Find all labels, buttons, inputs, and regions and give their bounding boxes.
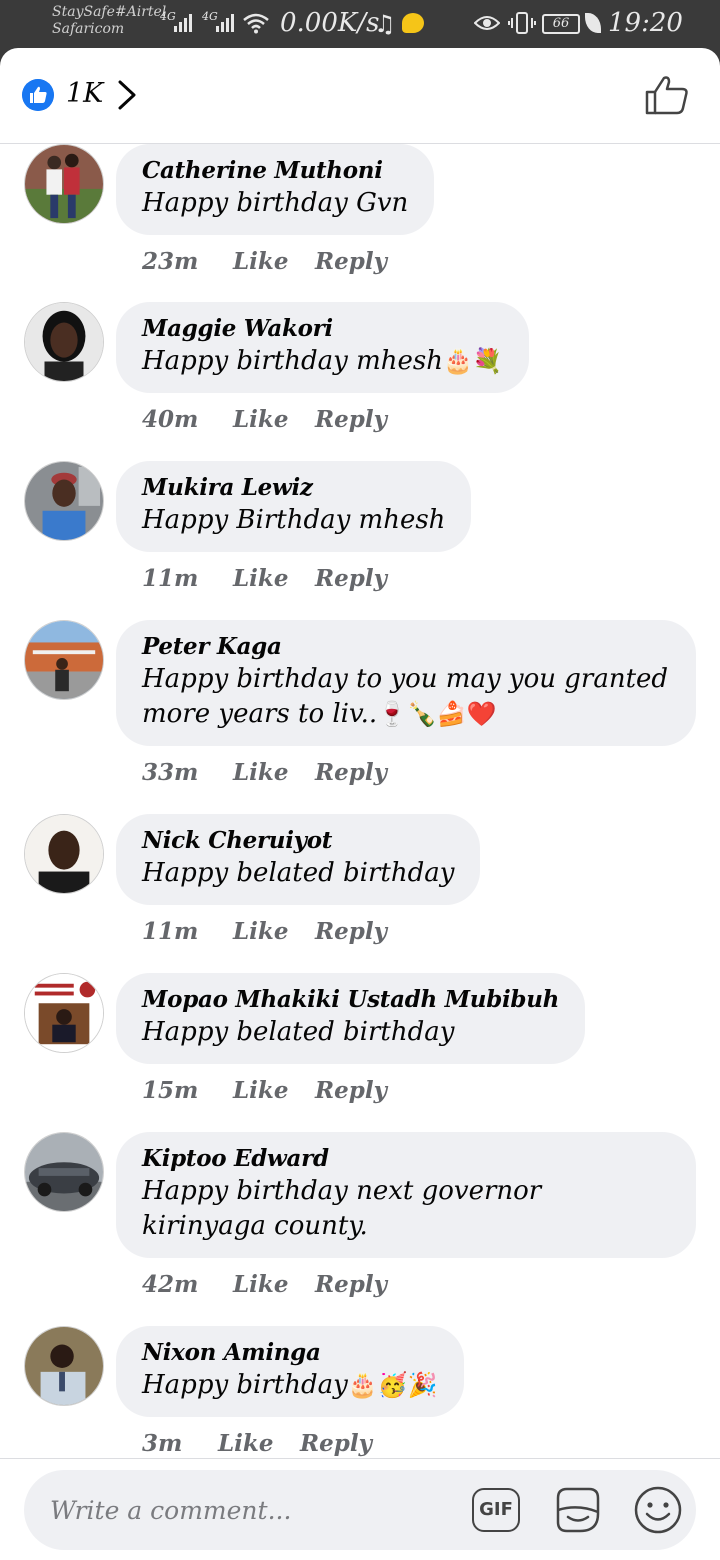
reply-button[interactable]: Reply [315,565,387,592]
reactions-header[interactable]: 1K [0,48,720,144]
comment-bubble[interactable]: Maggie Wakori Happy birthday mhesh🎂💐 [116,302,529,393]
network-speed: 0.00K/s [280,8,380,38]
comment-author[interactable]: Mukira Lewiz [142,473,445,503]
comment-list[interactable]: Catherine Muthoni Happy birthday Gvn 23m… [0,144,720,1458]
comment-composer: GIF [0,1458,720,1560]
comment-actions: 40m Like Reply [142,406,387,433]
chat-notification-icon [402,13,424,33]
comment-input-bar[interactable]: GIF [24,1470,696,1550]
gif-icon[interactable]: GIF [472,1488,520,1532]
comment-text: Happy belated birthday [142,858,455,888]
avatar[interactable] [24,620,104,700]
comment-text: Happy belated birthday [142,1017,455,1047]
avatar[interactable] [24,973,104,1053]
avatar[interactable] [24,144,104,224]
signal-bars-1-icon [174,12,192,32]
eye-icon [474,16,500,30]
status-time: 19:20 [608,8,683,38]
avatar[interactable] [24,302,104,382]
reply-button[interactable]: Reply [315,406,387,433]
comment-time: 33m [142,759,199,786]
wifi-icon [243,13,269,34]
comment-time: 3m [142,1430,183,1457]
comment-emojis: 🍷🍾🍰❤️ [377,700,497,728]
reply-button[interactable]: Reply [315,918,387,945]
like-button[interactable]: Like [233,918,315,945]
comment-bubble[interactable]: Mukira Lewiz Happy Birthday mhesh [116,461,472,552]
comment-text: Happy birthday mhesh🎂💐 [142,346,503,376]
comment-time: 11m [142,565,199,592]
comment-actions: 33m Like Reply [142,759,387,786]
comment-bubble[interactable]: Catherine Muthoni Happy birthday Gvn [116,144,435,235]
comment-time: 42m [142,1271,199,1298]
like-button[interactable]: Like [233,406,315,433]
comment-time: 40m [142,406,199,433]
reply-button[interactable]: Reply [315,1077,387,1104]
comment-author[interactable]: Kiptoo Edward [142,1144,670,1174]
comment-author[interactable]: Catherine Muthoni [142,156,408,186]
music-note-icon: ♫ [374,10,396,38]
status-bar: StaySafe#Airtel Safaricom 4G 4G 0.00K/s … [0,0,720,48]
comment-author[interactable]: Mopao Mhakiki Ustadh Mubibuh [142,985,559,1015]
reply-button[interactable]: Reply [315,248,387,275]
thumbs-up-icon [22,79,54,111]
comment-text: Happy birthday to you may you granted mo… [142,664,669,729]
signal-bars-2-icon [216,12,234,32]
reaction-count[interactable]: 1K [66,78,103,109]
comments-sheet: 1K Catherine Muthoni Happy birthday Gvn [0,48,720,1560]
comment-actions: 11m Like Reply [142,918,387,945]
avatar[interactable] [24,1326,104,1406]
like-button[interactable]: Like [233,1271,315,1298]
comment-actions: 42m Like Reply [142,1271,387,1298]
chevron-right-icon[interactable] [116,79,138,111]
like-button[interactable]: Like [233,759,315,786]
comment-author[interactable]: Nick Cheruiyot [142,826,454,856]
comment-actions: 23m Like Reply [142,248,387,275]
like-button[interactable]: Like [233,248,315,275]
avatar[interactable] [24,461,104,541]
comment-text: Happy birthday Gvn [142,188,409,218]
comment-author[interactable]: Nixon Aminga [142,1338,438,1368]
sticker-icon[interactable] [552,1484,604,1536]
comment-emojis: 🎂💐 [442,347,503,375]
carrier-primary: StaySafe#Airtel [52,4,167,20]
comment-time: 11m [142,918,199,945]
comment-emojis: 🎂🥳🎉 [347,1371,438,1399]
comment-author[interactable]: Maggie Wakori [142,314,503,344]
comment-text: Happy birthday next governor kirinyaga c… [142,1176,542,1241]
comment-bubble[interactable]: Nick Cheruiyot Happy belated birthday [116,814,481,905]
reply-button[interactable]: Reply [315,759,387,786]
comment-bubble[interactable]: Kiptoo Edward Happy birthday next govern… [116,1132,696,1258]
smiley-icon[interactable] [632,1484,684,1536]
like-button[interactable]: Like [218,1430,300,1457]
comment-bubble[interactable]: Nixon Aminga Happy birthday🎂🥳🎉 [116,1326,464,1417]
thumbs-up-outline-icon[interactable] [644,74,690,116]
avatar[interactable] [24,814,104,894]
avatar[interactable] [24,1132,104,1212]
carrier-names: StaySafe#Airtel Safaricom [52,4,166,38]
reply-button[interactable]: Reply [315,1271,387,1298]
leaf-icon [585,13,601,33]
comment-bubble[interactable]: Peter Kaga Happy birthday to you may you… [116,620,696,746]
carrier-secondary: Safaricom [52,21,125,37]
comment-text: Happy birthday🎂🥳🎉 [142,1370,438,1400]
vibrate-icon [508,12,536,34]
comment-time: 23m [142,248,199,275]
like-button[interactable]: Like [233,565,315,592]
like-button[interactable]: Like [233,1077,315,1104]
battery-level: 66 [542,14,580,34]
reply-button[interactable]: Reply [300,1430,372,1457]
comment-bubble[interactable]: Mopao Mhakiki Ustadh Mubibuh Happy belat… [116,973,586,1064]
comment-time: 15m [142,1077,199,1104]
comment-actions: 15m Like Reply [142,1077,387,1104]
comment-author[interactable]: Peter Kaga [142,632,670,662]
comment-text: Happy Birthday mhesh [142,505,446,535]
comment-actions: 11m Like Reply [142,565,387,592]
comment-actions: 3m Like Reply [142,1430,372,1457]
comment-input[interactable] [50,1488,450,1532]
